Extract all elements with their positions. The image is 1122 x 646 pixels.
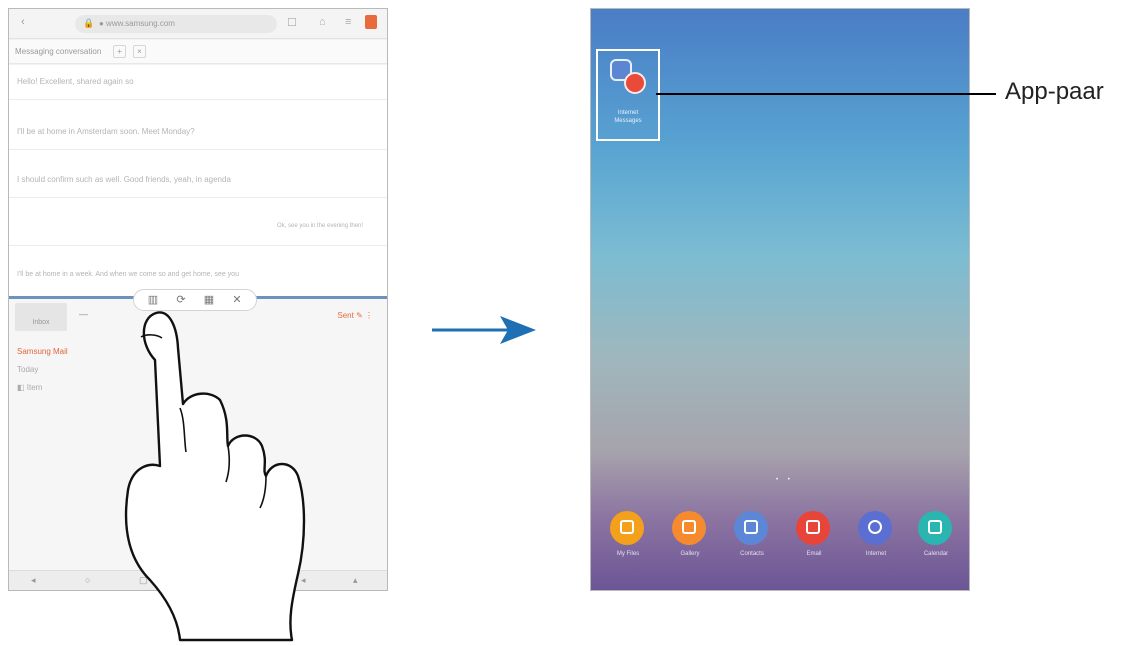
app-pair-shortcut[interactable]: Internet Messages bbox=[596, 49, 660, 141]
close-chip[interactable]: × bbox=[133, 45, 146, 58]
page-indicator: • • bbox=[776, 477, 794, 483]
email-pane: Inbox — Sent ✎ ⋮ Samsung Mail Today ◧ It… bbox=[9, 299, 387, 572]
dock-app-label: Calendar bbox=[923, 551, 949, 557]
browser-toolbar: ‹ 🔒 ● www.samsung.com ☐ ⌂ ≡ bbox=[9, 9, 387, 39]
split-screen-controls: ▥ ⟳ ▦ ✕ bbox=[133, 289, 257, 311]
inbox-tab[interactable]: Inbox bbox=[15, 303, 67, 331]
app-pair-icon bbox=[610, 59, 650, 99]
dock-app-contacts[interactable]: Contacts bbox=[729, 507, 775, 567]
mail-item[interactable]: ◧ Item bbox=[17, 383, 42, 392]
divider bbox=[9, 99, 387, 100]
gallery-glyph bbox=[682, 520, 696, 534]
share-icon[interactable]: ⌂ bbox=[319, 16, 326, 28]
swap-icon[interactable]: ⟳ bbox=[174, 293, 188, 306]
nav-back-icon[interactable]: ◂ bbox=[31, 575, 36, 586]
mail-account: Samsung Mail bbox=[17, 347, 68, 356]
star-icon[interactable]: ≡ bbox=[345, 16, 351, 28]
callout-leader-line bbox=[656, 93, 996, 95]
folder-icon bbox=[610, 511, 644, 545]
message-line: I'll be at home in a week. And when we c… bbox=[17, 271, 239, 278]
secondary-tab[interactable]: — bbox=[79, 309, 88, 319]
dock-app-calendar[interactable]: Calendar bbox=[913, 507, 959, 567]
app-pair-label: Internet Messages bbox=[598, 109, 658, 125]
dock-app-label: My Files bbox=[616, 551, 640, 557]
divider bbox=[9, 197, 387, 198]
divider bbox=[9, 245, 387, 246]
email-actions[interactable]: Sent ✎ ⋮ bbox=[337, 311, 373, 320]
nav-home-icon[interactable]: ○ bbox=[85, 575, 90, 585]
conversation-title: Messaging conversation bbox=[15, 47, 102, 56]
app-pair-label-line2: Messages bbox=[614, 118, 642, 124]
add-chip[interactable]: + bbox=[113, 45, 126, 58]
calendar-glyph bbox=[928, 520, 942, 534]
split-view-icon[interactable]: ▥ bbox=[146, 293, 160, 306]
navigation-bar: ◂ ○ ▢ ◂ ▴ bbox=[9, 570, 387, 590]
dock-app-my-files[interactable]: My Files bbox=[605, 507, 651, 567]
mail-date: Today bbox=[17, 365, 39, 374]
message-line: I'll be at home in Amsterdam soon. Meet … bbox=[17, 127, 195, 136]
dock-app-label: Internet bbox=[865, 551, 887, 557]
address-bar[interactable]: 🔒 ● www.samsung.com bbox=[75, 15, 277, 33]
back-arrow-icon[interactable]: ‹ bbox=[21, 16, 25, 28]
email-icon bbox=[796, 511, 830, 545]
envelope-glyph bbox=[806, 520, 820, 534]
contacts-icon bbox=[734, 511, 768, 545]
dock-app-label: Gallery bbox=[680, 551, 700, 557]
calendar-icon bbox=[918, 511, 952, 545]
dock-app-label: Email bbox=[806, 551, 822, 557]
dock-app-label: Contacts bbox=[740, 551, 764, 557]
conversation-header: Messaging conversation + × bbox=[9, 40, 387, 64]
transition-arrow-icon bbox=[432, 316, 536, 344]
lock-icon: 🔒 bbox=[83, 18, 95, 28]
dock-app-gallery[interactable]: Gallery bbox=[667, 507, 713, 567]
messages-icon bbox=[624, 72, 646, 94]
app-dock: My Files Gallery Contacts Email Internet… bbox=[591, 507, 969, 567]
menu-icon[interactable] bbox=[365, 15, 377, 29]
dock-app-internet[interactable]: Internet bbox=[853, 507, 899, 567]
dock-app-email[interactable]: Email bbox=[791, 507, 837, 567]
app-pair-icon[interactable]: ▦ bbox=[202, 293, 216, 306]
message-line: Hello! Excellent, shared again so bbox=[17, 77, 134, 86]
url-text: ● www.samsung.com bbox=[99, 19, 175, 28]
callout-label: App-paar bbox=[1005, 78, 1104, 105]
message-line: I should confirm such as well. Good frie… bbox=[17, 175, 231, 184]
nav-up-icon[interactable]: ▴ bbox=[353, 575, 358, 586]
close-icon[interactable]: ✕ bbox=[230, 293, 244, 306]
messages-pane: Hello! Excellent, shared again so I'll b… bbox=[9, 65, 387, 296]
internet-icon bbox=[858, 511, 892, 545]
home-screen-tablet: Internet Messages • • My Files Gallery C… bbox=[590, 8, 970, 591]
nav-prev-icon[interactable]: ◂ bbox=[301, 575, 306, 586]
contacts-glyph bbox=[744, 520, 758, 534]
app-pair-label-line1: Internet bbox=[617, 110, 639, 116]
split-screen-tablet: ‹ 🔒 ● www.samsung.com ☐ ⌂ ≡ Messaging co… bbox=[8, 8, 388, 591]
folder-glyph bbox=[620, 520, 634, 534]
tabs-icon[interactable]: ☐ bbox=[287, 16, 297, 29]
gallery-icon bbox=[672, 511, 706, 545]
nav-recents-icon[interactable]: ▢ bbox=[139, 575, 148, 586]
message-line: Ok, see you in the evening then! bbox=[277, 223, 364, 229]
divider bbox=[9, 149, 387, 150]
globe-glyph bbox=[868, 520, 882, 534]
